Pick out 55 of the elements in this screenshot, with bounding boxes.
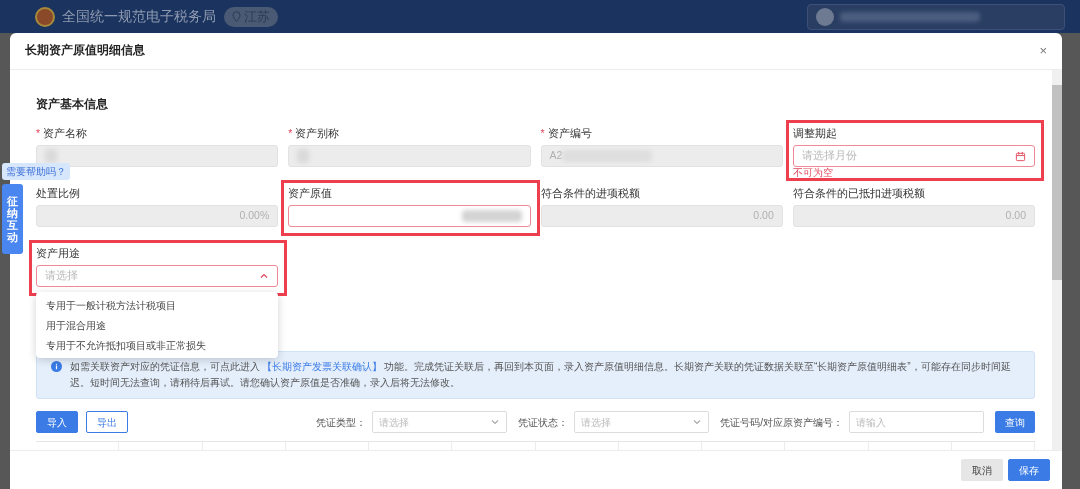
asset-invoice-link[interactable]: 【长期资产发票关联确认】 — [262, 361, 382, 372]
required-mark: * — [540, 126, 545, 142]
error-message: 不可为空 — [792, 167, 833, 178]
field-label: 资产原值 — [288, 186, 333, 202]
emblem-icon — [35, 6, 55, 27]
field-label: 资产别称 — [295, 126, 340, 142]
site-title: 全国统一规范电子税务局 — [62, 7, 216, 26]
secondary-button[interactable]: 取消 — [961, 459, 1003, 481]
filter-label: 凭证号码/对应原资产编号： — [720, 415, 843, 430]
chevron-up-icon — [259, 271, 270, 281]
help-tab[interactable]: 征纳互动 — [2, 184, 23, 254]
chevron-down-icon — [490, 417, 501, 427]
primary-button[interactable]: 保存 — [1008, 459, 1050, 481]
search-button[interactable]: 查询 — [995, 411, 1035, 433]
field-label: 处置比例 — [36, 186, 80, 202]
filter-label: 凭证状态： — [518, 415, 569, 430]
chevron-down-icon — [692, 417, 703, 427]
month-picker[interactable]: 请选择月份 — [792, 145, 1035, 167]
info-icon — [51, 361, 62, 372]
select-field[interactable]: 请选择 — [574, 411, 710, 433]
field-label: 资产名称 — [43, 126, 88, 142]
field-value: 0.00% — [239, 208, 270, 224]
field-label: 符合条件的进项税额 — [540, 186, 640, 202]
location-pin-icon — [232, 11, 241, 22]
avatar-icon — [816, 7, 834, 26]
info-text: 如需关联资产对应的凭证信息，可点此进入 【长期资产发票关联确认】 功能。完成凭证关联后，再回到本页面，录入资产原值明细信息。长期资产关联的凭证数据关联至“长期资产原值明细表”，可能存在同步时间延迟。短时间无法查询，请稍待后再试。请您确认资产原值是否准确，录入后将无法修改。 — [70, 360, 1012, 390]
scrollbar[interactable] — [1052, 70, 1062, 450]
user-menu[interactable] — [807, 3, 1065, 30]
select-field[interactable]: 请选择 — [372, 411, 508, 433]
primary-button[interactable]: 导入 — [36, 411, 78, 433]
field-value: A2 — [549, 148, 563, 164]
section-title: 资产基本信息 — [36, 97, 109, 111]
blurred-value — [461, 210, 522, 222]
field-value: 0.00 — [1005, 208, 1026, 224]
calendar-icon — [1015, 150, 1026, 162]
field-label: 资产编号 — [547, 126, 592, 142]
dialog-title: 长期资产原值明细信息 — [25, 42, 145, 59]
close-button[interactable]: × — [1039, 41, 1047, 61]
filter-label: 凭证类型： — [316, 415, 367, 430]
dropdown-option[interactable]: 用于混合用途 — [36, 315, 279, 335]
outline-button[interactable]: 导出 — [86, 411, 128, 433]
help-tooltip: 需要帮助吗？ — [2, 163, 70, 180]
field-placeholder: 请选择月份 — [801, 148, 858, 164]
input-field[interactable] — [288, 205, 531, 227]
field-label: 符合条件的已抵扣进项税额 — [792, 186, 925, 202]
field-label: 调整期起 — [792, 126, 837, 142]
dropdown-option[interactable]: 专用于不允许抵扣项目或非正常损失 — [36, 335, 279, 355]
dropdown-option[interactable]: 专用于一般计税方法计税项目 — [36, 295, 279, 315]
select-field[interactable]: 请选择 — [36, 265, 279, 287]
required-mark: * — [288, 126, 293, 142]
field-label: 资产用途 — [36, 246, 80, 262]
field-placeholder: 请选择 — [45, 268, 79, 284]
required-mark: * — [36, 126, 41, 142]
input-field[interactable]: 请输入 — [849, 411, 984, 433]
blurred-value — [45, 149, 57, 163]
